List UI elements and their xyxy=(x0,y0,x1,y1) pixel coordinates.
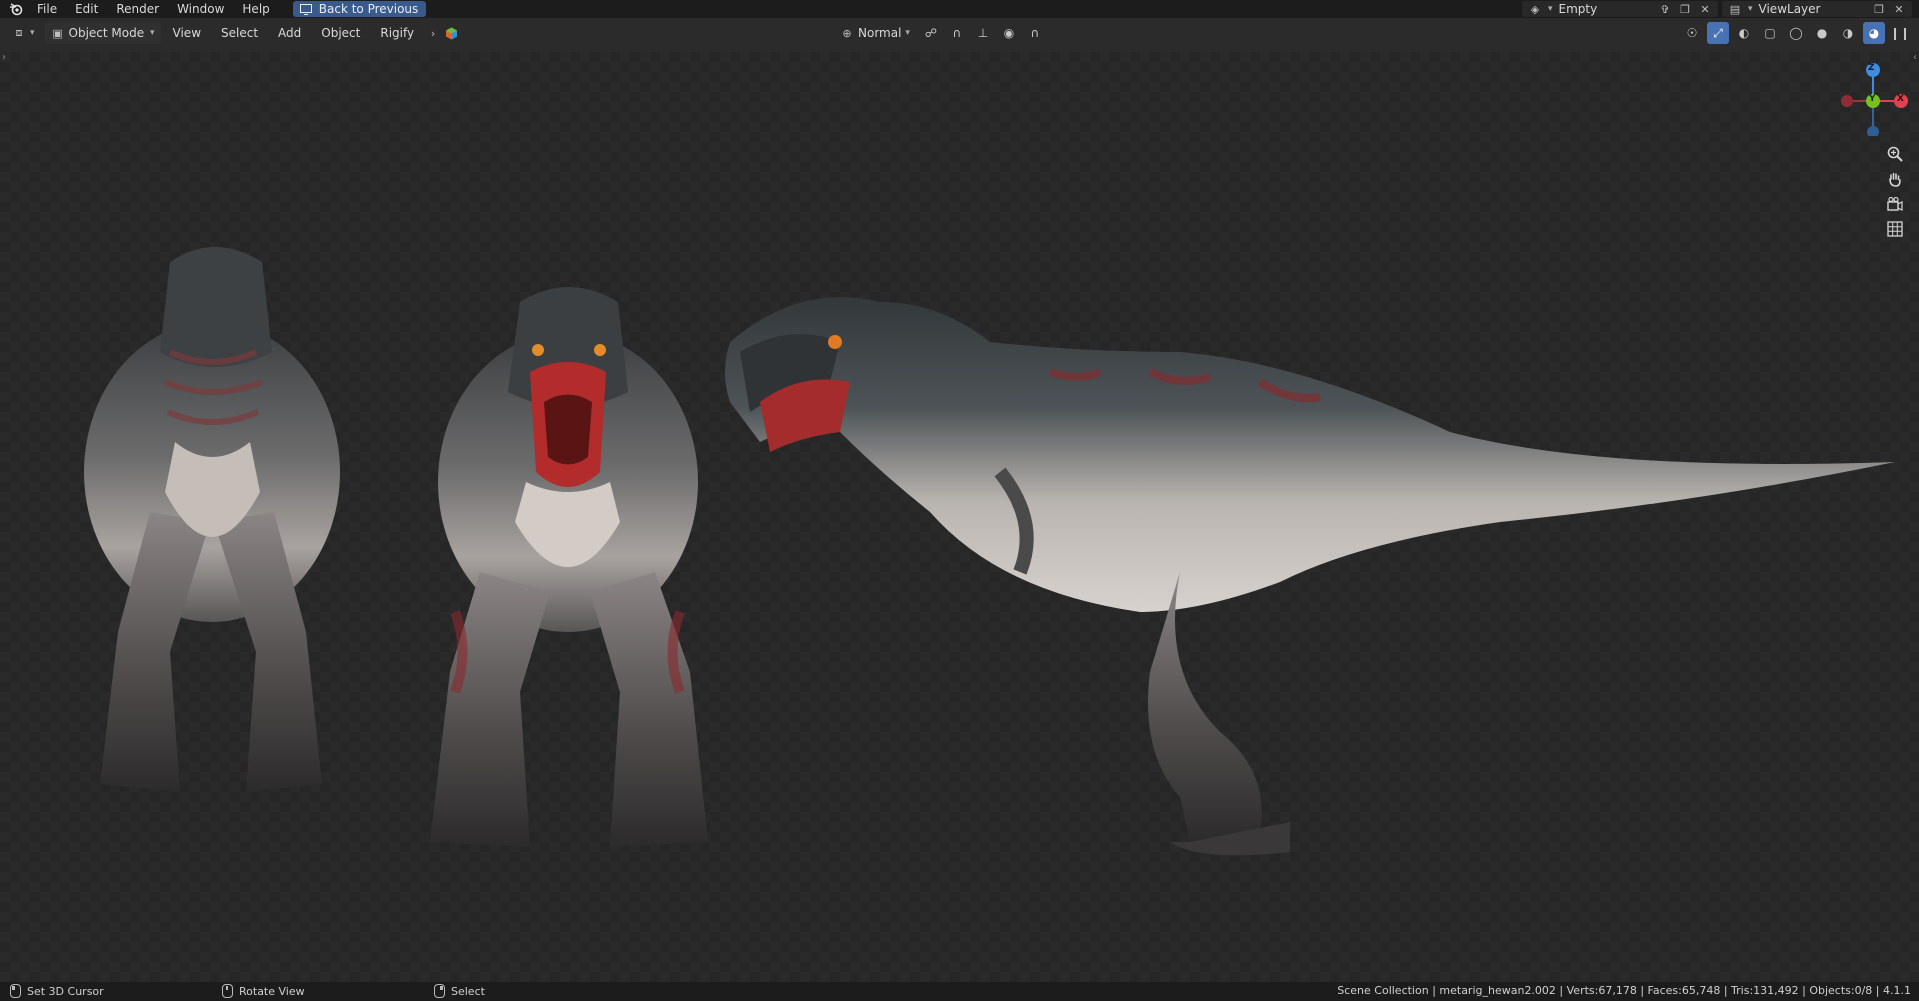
pin-icon[interactable]: ✞ xyxy=(1658,2,1672,16)
dinosaur-side-view xyxy=(725,297,1895,856)
menu-add[interactable]: Add xyxy=(270,26,309,40)
transform-orientation-selector[interactable]: ⊕ Normal ▾ xyxy=(834,22,916,44)
mouse-right-icon xyxy=(434,984,445,998)
navigation-gizmo[interactable]: Z Y X xyxy=(1833,56,1913,138)
scene-name-field[interactable]: Empty xyxy=(1559,2,1652,16)
gizmo-y-label: Y xyxy=(1869,94,1876,104)
back-to-previous-label: Back to Previous xyxy=(318,2,419,16)
orientation-icon: ⊕ xyxy=(842,26,852,40)
visibility-eye-icon[interactable]: ☉ xyxy=(1681,22,1703,44)
menu-help[interactable]: Help xyxy=(233,0,278,18)
new-scene-icon[interactable]: ❐ xyxy=(1678,2,1692,16)
zoom-icon[interactable] xyxy=(1883,142,1907,166)
status-left-label: Set 3D Cursor xyxy=(27,984,104,998)
snap-target-icon[interactable]: ⊥ xyxy=(972,22,994,44)
scene-statistics: Scene Collection | metarig_hewan2.002 | … xyxy=(1337,984,1911,997)
pivot-point-icon[interactable]: ☍ xyxy=(920,22,942,44)
transform-group: ⊕ Normal ▾ ☍ ∩ ⊥ ◉ ∩ xyxy=(834,22,1046,44)
gizmo-z-label: Z xyxy=(1868,63,1875,73)
dinosaur-model-views xyxy=(84,247,1895,856)
close-icon[interactable]: ✕ xyxy=(1892,2,1906,16)
addon-cube-icon[interactable] xyxy=(444,26,458,40)
status-bar: Set 3D Cursor Rotate View Select Scene C… xyxy=(0,982,1919,1001)
top-menu-bar: File Edit Render Window Help Back to Pre… xyxy=(0,0,1919,18)
mode-selector[interactable]: ▣ Object Mode ▾ xyxy=(44,22,161,44)
viewport-header: ⧈ ▾ ▣ Object Mode ▾ View Select Add Obje… xyxy=(0,18,1919,52)
snap-icon[interactable]: ∩ xyxy=(946,22,968,44)
chevron-down-icon: ▾ xyxy=(905,28,910,38)
solid-shading-icon[interactable]: ● xyxy=(1811,22,1833,44)
menu-select[interactable]: Select xyxy=(213,26,266,40)
back-to-previous-button[interactable]: Back to Previous xyxy=(292,1,427,17)
proportional-edit-icon[interactable]: ◉ xyxy=(998,22,1020,44)
menu-window[interactable]: Window xyxy=(168,0,233,18)
chevron-down-icon: ▾ xyxy=(30,28,35,38)
object-mode-icon: ▣ xyxy=(52,26,63,40)
3d-viewport[interactable]: Z Y X › ‹ xyxy=(0,52,1919,982)
overlays-icon[interactable]: ◐ xyxy=(1733,22,1755,44)
menu-edit[interactable]: Edit xyxy=(66,0,107,18)
menu-render[interactable]: Render xyxy=(107,0,168,18)
screen-back-icon xyxy=(299,2,313,16)
new-layer-icon[interactable]: ❐ xyxy=(1872,2,1886,16)
close-icon[interactable]: ✕ xyxy=(1698,2,1712,16)
scene-icon: ◈ xyxy=(1530,2,1540,16)
chevron-right-icon[interactable]: › xyxy=(426,26,440,40)
camera-icon[interactable] xyxy=(1883,192,1907,216)
mode-label: Object Mode xyxy=(68,26,145,40)
status-right-label: Select xyxy=(451,984,485,998)
mouse-left-icon xyxy=(10,984,21,998)
editor-type-group: ⧈ ▾ ▣ Object Mode ▾ View Select Add Obje… xyxy=(6,22,458,44)
shading-group: ☉ ⤢ ◐ ▢ ◯ ● ◑ ◕ ❙❙ xyxy=(1681,22,1911,44)
status-middle-label: Rotate View xyxy=(239,984,305,998)
sidebar-expand-icon[interactable]: ‹ xyxy=(1913,52,1917,63)
menu-file[interactable]: File xyxy=(28,0,66,18)
dinosaur-front-view xyxy=(430,287,708,847)
mouse-middle-icon xyxy=(222,984,233,998)
collapse-header-icon[interactable]: ❙❙ xyxy=(1889,22,1911,44)
gizmo-toggle-icon[interactable]: ⤢ xyxy=(1707,22,1729,44)
chevron-down-icon: ▾ xyxy=(150,28,155,38)
material-shading-icon[interactable]: ◑ xyxy=(1837,22,1859,44)
falloff-icon[interactable]: ∩ xyxy=(1024,22,1046,44)
rendered-shading-icon[interactable]: ◕ xyxy=(1863,22,1885,44)
status-left-click: Set 3D Cursor xyxy=(10,984,104,998)
menu-object[interactable]: Object xyxy=(313,26,368,40)
view-layer-icon: ▤ xyxy=(1729,2,1741,16)
chevron-down-icon: ▾ xyxy=(1548,4,1553,14)
toolbar-expand-icon[interactable]: › xyxy=(2,52,6,63)
orientation-label: Normal xyxy=(858,26,902,40)
wireframe-shading-icon[interactable]: ◯ xyxy=(1785,22,1807,44)
chevron-down-icon: ▾ xyxy=(1748,4,1753,14)
view-layer-name-field[interactable]: ViewLayer xyxy=(1759,2,1866,16)
grid-icon[interactable] xyxy=(1883,217,1907,241)
menu-view[interactable]: View xyxy=(165,26,209,40)
status-middle-click: Rotate View xyxy=(222,984,305,998)
3d-view-icon: ⧈ xyxy=(15,26,23,39)
blender-logo-icon[interactable] xyxy=(4,0,28,18)
status-right-click: Select xyxy=(434,984,485,998)
dinosaur-back-view xyxy=(84,247,340,792)
view-layer-selector[interactable]: ▤ ▾ ViewLayer ❐ ✕ xyxy=(1722,1,1912,17)
xray-icon[interactable]: ▢ xyxy=(1759,22,1781,44)
hand-icon[interactable] xyxy=(1883,167,1907,191)
gizmo-x-label: X xyxy=(1897,94,1904,104)
menu-rigify[interactable]: Rigify xyxy=(372,26,422,40)
scene-selector[interactable]: ◈ ▾ Empty ✞ ❐ ✕ xyxy=(1522,1,1718,17)
editor-type-button[interactable]: ⧈ ▾ xyxy=(6,22,41,44)
